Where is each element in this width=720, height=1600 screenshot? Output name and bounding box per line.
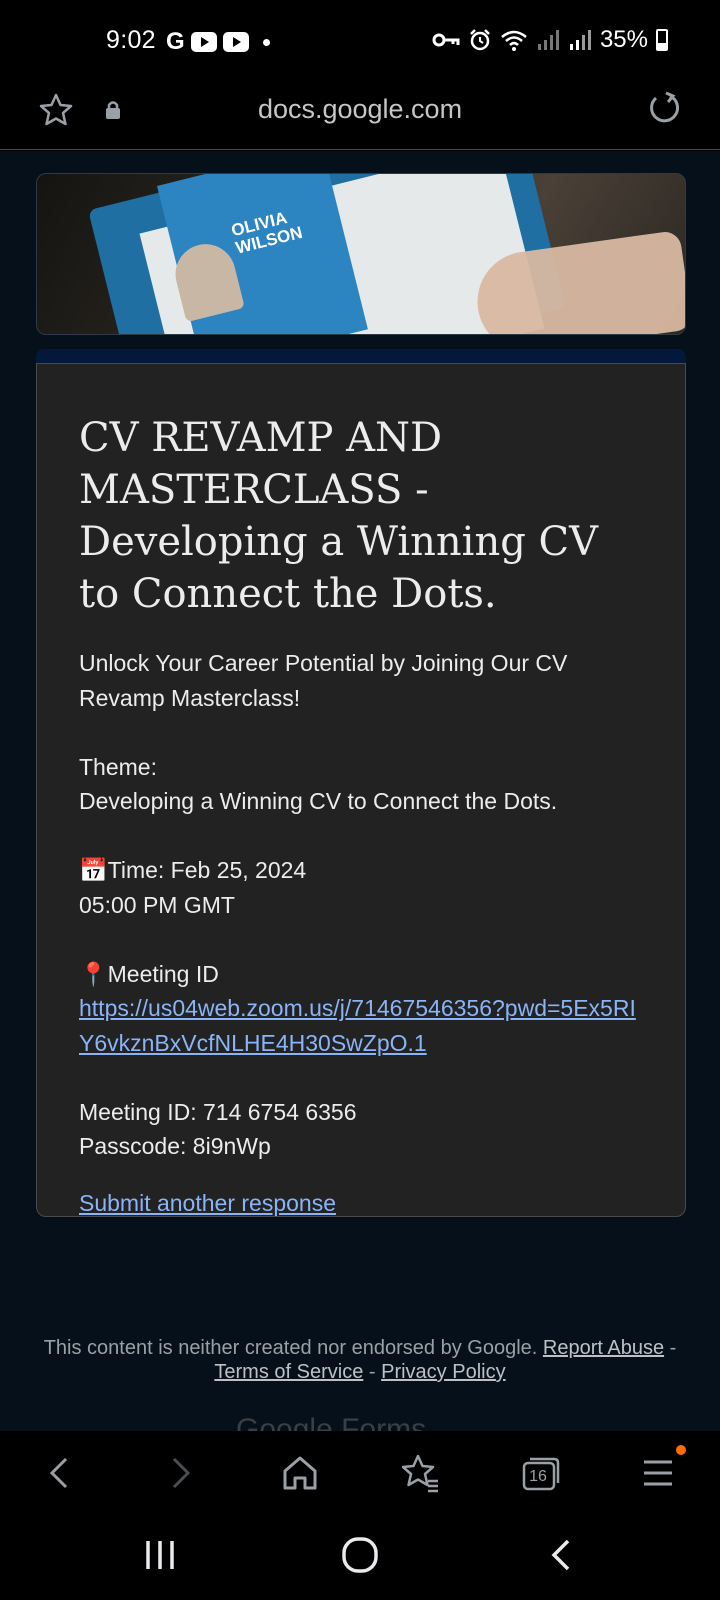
battery-percent: 35% [599, 26, 648, 53]
notification-dot-icon [262, 38, 270, 46]
system-navigation-bar [0, 1515, 720, 1600]
alarm-icon [470, 29, 490, 51]
system-status-icons: 35% [432, 26, 668, 54]
form-description: Unlock Your Career Potential by Joining … [79, 650, 636, 1159]
reload-icon[interactable] [646, 90, 682, 126]
footer-disclaimer: This content is neither created nor endo… [43, 1337, 677, 1383]
google-icon: G [166, 28, 185, 55]
tab-count: 16 [529, 1468, 547, 1485]
notification-icons: G [166, 30, 270, 54]
signal-icon [537, 30, 559, 50]
forward-icon[interactable] [158, 1451, 202, 1495]
google-forms-logo[interactable]: Google Forms [236, 1413, 426, 1431]
menu-icon[interactable] [638, 1445, 686, 1495]
url-field[interactable]: docs.google.com [0, 94, 720, 125]
submit-another-response-link[interactable]: Submit another response [79, 1190, 336, 1217]
header-banner-image: OLIVIA WILSON [36, 173, 686, 335]
menu-badge-dot [676, 1445, 686, 1455]
back-icon[interactable] [38, 1451, 82, 1495]
youtube-icon [190, 32, 217, 52]
youtube-icon [222, 32, 249, 52]
status-time: 9:02 [106, 26, 156, 54]
bookmarks-icon[interactable] [398, 1451, 442, 1495]
browser-address-bar: docs.google.com [0, 88, 720, 150]
page-content: OLIVIA WILSON CV REVAMP AND MASTERCLASS … [0, 151, 720, 1431]
home-icon[interactable] [278, 1451, 322, 1495]
status-bar: 9:02 G 35% [0, 0, 720, 88]
home-circle-icon[interactable] [340, 1535, 380, 1575]
wifi-icon [501, 30, 527, 51]
back-icon[interactable] [542, 1535, 582, 1575]
form-confirmation-card: CV REVAMP AND MASTERCLASS - Developing a… [36, 363, 686, 1217]
zoom-meeting-link[interactable]: https://us04web.zoom.us/j/71467546356?pw… [79, 995, 636, 1056]
battery-icon [656, 29, 668, 51]
tabs-icon[interactable]: 16 [518, 1451, 562, 1495]
form-title: CV REVAMP AND MASTERCLASS - Developing a… [79, 415, 599, 617]
terms-of-service-link[interactable]: Terms of Service [214, 1361, 363, 1383]
browser-bottom-toolbar: 16 [0, 1431, 720, 1515]
signal-icon [569, 30, 591, 50]
recents-icon[interactable] [140, 1535, 180, 1575]
vpn-key-icon [432, 33, 460, 47]
privacy-policy-link[interactable]: Privacy Policy [381, 1361, 505, 1383]
hamburger-icon [644, 1460, 672, 1486]
report-abuse-link[interactable]: Report Abuse [543, 1337, 664, 1359]
